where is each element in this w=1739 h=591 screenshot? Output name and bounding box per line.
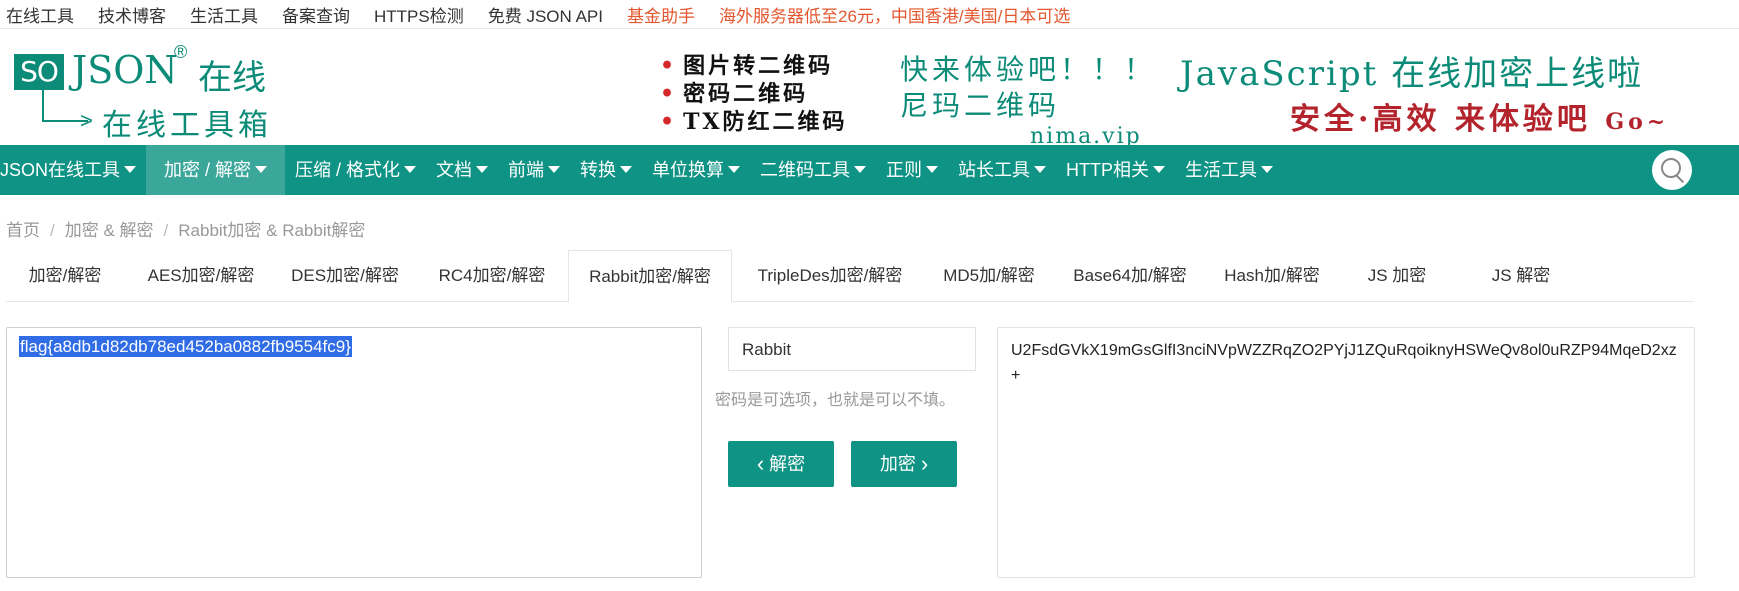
breadcrumb: 首页 / 加密 & 解密 / Rabbit加密 & Rabbit解密 bbox=[6, 221, 366, 240]
caret-down-icon bbox=[1153, 165, 1166, 173]
password-input[interactable]: Rabbit bbox=[728, 327, 976, 371]
nav-item-9[interactable]: 站长工具 bbox=[948, 145, 1056, 195]
top-link-json-api[interactable]: 免费 JSON API bbox=[488, 2, 603, 27]
tab-hash[interactable]: Hash加/解密 bbox=[1210, 250, 1334, 301]
nav-item-10[interactable]: HTTP相关 bbox=[1056, 145, 1175, 195]
caret-down-icon bbox=[620, 165, 633, 173]
plaintext-input[interactable]: flag{a8db1d82db78ed452ba0882fb9554fc9} bbox=[6, 327, 702, 578]
logo-zaixian-text: 在线 bbox=[198, 58, 266, 98]
nav-item-3[interactable]: 文档 bbox=[426, 145, 498, 195]
selected-text: flag{a8db1d82db78ed452ba0882fb9554fc9} bbox=[19, 336, 352, 357]
tab-tripledes[interactable]: TripleDes加密/解密 bbox=[742, 250, 918, 301]
tab-js-encrypt[interactable]: JS 加密 bbox=[1344, 250, 1450, 301]
banner-js-headline: JavaScript 在线加密上线啦 bbox=[1180, 54, 1644, 94]
nav-item-5[interactable]: 转换 bbox=[570, 145, 642, 195]
top-link-online-tools[interactable]: 在线工具 bbox=[6, 2, 74, 27]
decrypt-button[interactable]: ‹ 解密 bbox=[728, 441, 834, 487]
tab-rabbit[interactable]: Rabbit加密/解密 bbox=[568, 250, 732, 303]
main-nav: JSON在线工具 加密 / 解密 压缩 / 格式化 文档 前端 转换 单位换算 二维码工具 正则… bbox=[0, 145, 1739, 195]
encrypt-button[interactable]: 加密 › bbox=[851, 441, 957, 487]
top-link-tech-blog[interactable]: 技术博客 bbox=[98, 2, 166, 27]
tab-base64[interactable]: Base64加/解密 bbox=[1060, 250, 1200, 301]
password-hint: 密码是可选项，也就是可以不填。 bbox=[715, 392, 956, 409]
tab-js-decrypt[interactable]: JS 解密 bbox=[1460, 250, 1582, 301]
nav-item-6[interactable]: 单位换算 bbox=[642, 145, 750, 195]
nav-item-1[interactable]: 加密 / 解密 bbox=[146, 145, 286, 195]
caret-down-icon bbox=[124, 165, 137, 173]
nav-item-7[interactable]: 二维码工具 bbox=[750, 145, 876, 195]
breadcrumb-current: Rabbit加密 & Rabbit解密 bbox=[178, 221, 366, 240]
ciphertext-output[interactable]: U2FsdGVkX19mGsGlfI3nciNVpWZZRqZO2PYjJ1ZQ… bbox=[997, 327, 1695, 578]
tab-rc4[interactable]: RC4加密/解密 bbox=[422, 250, 562, 301]
search-button[interactable] bbox=[1652, 150, 1692, 190]
logo-registered-mark: ® bbox=[174, 42, 188, 62]
top-link-fund-assistant[interactable]: 基金助手 bbox=[627, 2, 695, 27]
caret-down-icon bbox=[854, 165, 867, 173]
tab-md5[interactable]: MD5加/解密 bbox=[928, 250, 1050, 301]
top-link-https-check[interactable]: HTTPS检测 bbox=[374, 2, 464, 27]
banner-line-3: • TX防红二维码 bbox=[660, 109, 848, 135]
tab-aes[interactable]: AES加密/解密 bbox=[134, 250, 268, 301]
caret-down-icon bbox=[926, 165, 939, 173]
site-logo[interactable]: SO JSON ® 在线 > 在线工具箱 bbox=[14, 42, 284, 143]
breadcrumb-crypto[interactable]: 加密 & 解密 bbox=[65, 221, 154, 240]
nav-item-0[interactable]: JSON在线工具 bbox=[0, 145, 146, 195]
top-link-icp-query[interactable]: 备案查询 bbox=[282, 2, 350, 27]
caret-down-icon bbox=[255, 165, 268, 173]
logo-so-mark: SO bbox=[14, 54, 64, 90]
banner-slogan: 安全·高效 来体验吧 Go~ bbox=[1290, 102, 1670, 137]
caret-down-icon bbox=[476, 165, 489, 173]
caret-down-icon bbox=[548, 165, 561, 173]
chevron-left-icon: ‹ bbox=[756, 451, 765, 476]
top-link-bar: 在线工具 技术博客 生活工具 备案查询 HTTPS检测 免费 JSON API … bbox=[0, 0, 1739, 29]
site-header: SO JSON ® 在线 > 在线工具箱 • 图片转二维码 • 密码二维码 • TX防… bbox=[0, 30, 1739, 149]
ad-banner[interactable]: • 图片转二维码 • 密码二维码 • TX防红二维码 快来体验吧！！！ 尼玛二维码 n… bbox=[660, 40, 1690, 149]
ciphertext-text: U2FsdGVkX19mGsGlfI3nciNVpWZZRqZO2PYjJ1ZQ… bbox=[1011, 342, 1677, 384]
tab-encrypt-decrypt[interactable]: 加密/解密 bbox=[6, 250, 124, 301]
caret-down-icon bbox=[728, 165, 741, 173]
breadcrumb-home[interactable]: 首页 bbox=[6, 221, 40, 240]
banner-try-text: 快来体验吧！！！ bbox=[900, 53, 1157, 86]
logo-json-text: JSON bbox=[72, 48, 178, 92]
top-link-life-tools[interactable]: 生活工具 bbox=[190, 2, 258, 27]
tab-des[interactable]: DES加密/解密 bbox=[278, 250, 412, 301]
caret-down-icon bbox=[404, 165, 417, 173]
logo-arrowhead-icon: > bbox=[80, 108, 93, 133]
logo-tools-text: 在线工具箱 bbox=[102, 108, 272, 143]
top-link-server-promo[interactable]: 海外服务器低至26元，中国香港/美国/日本可选 bbox=[719, 2, 1070, 27]
nav-item-11[interactable]: 生活工具 bbox=[1175, 145, 1283, 195]
nav-item-4[interactable]: 前端 bbox=[498, 145, 570, 195]
nav-item-8[interactable]: 正则 bbox=[876, 145, 948, 195]
nav-item-2[interactable]: 压缩 / 格式化 bbox=[285, 145, 426, 195]
caret-down-icon bbox=[1261, 165, 1274, 173]
caret-down-icon bbox=[1034, 165, 1047, 173]
banner-qrcode-text: 尼玛二维码 bbox=[900, 89, 1061, 122]
chevron-right-icon: › bbox=[920, 451, 929, 476]
tool-tabs: 加密/解密 AES加密/解密 DES加密/解密 RC4加密/解密 Rabbit加… bbox=[6, 250, 1694, 303]
